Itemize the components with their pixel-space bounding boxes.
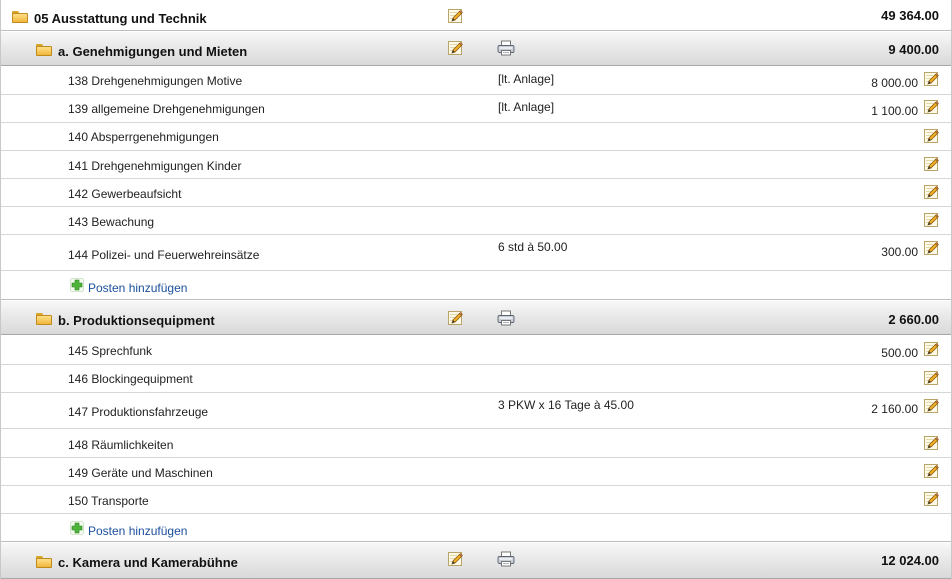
item-label: 146 Blockingequipment [68, 372, 193, 386]
item-label: 143 Bewachung [68, 215, 155, 229]
edit-icon[interactable] [923, 99, 939, 115]
budget-item-row[interactable]: 140 Absperrgenehmigungen [1, 123, 951, 151]
budget-item-row[interactable]: 138 Drehgenehmigungen Motive [lt. Anlage… [1, 67, 951, 95]
item-label: 141 Drehgenehmigungen Kinder [68, 159, 242, 173]
item-note: [lt. Anlage] [498, 72, 555, 86]
item-label: 147 Produktionsfahrzeuge [68, 405, 209, 419]
item-amount: 500.00 [881, 346, 918, 360]
item-amount: 2 160.00 [871, 402, 918, 416]
item-amount: 1 100.00 [871, 104, 918, 118]
item-label: 148 Räumlichkeiten [68, 438, 174, 452]
budget-item-row[interactable]: 149 Geräte und Maschinen [1, 458, 951, 486]
item-label: 138 Drehgenehmigungen Motive [68, 74, 243, 88]
group-title: 05 Ausstattung und Technik [34, 11, 207, 26]
section-row[interactable]: a. Genehmigungen und Mieten 9 400.00 [1, 32, 951, 66]
folder-closed-icon [36, 556, 52, 568]
edit-icon[interactable] [447, 310, 463, 326]
item-note: 6 std à 50.00 [498, 240, 568, 254]
section-title: a. Genehmigungen und Mieten [58, 44, 248, 59]
item-label: 144 Polizei- und Feuerwehreinsätze [68, 248, 260, 262]
printer-icon[interactable] [497, 40, 515, 56]
edit-icon[interactable] [923, 212, 939, 228]
group-total: 49 364.00 [881, 8, 939, 23]
budget-item-row[interactable]: 142 Gewerbeaufsicht [1, 179, 951, 207]
budget-group-row[interactable]: 05 Ausstattung und Technik 49 364.00 [1, 0, 951, 31]
edit-icon[interactable] [923, 128, 939, 144]
budget-item-row[interactable]: 139 allgemeine Drehgenehmigungen [lt. An… [1, 95, 951, 123]
budget-item-row[interactable]: 145 Sprechfunk 500.00 [1, 337, 951, 365]
edit-icon[interactable] [923, 398, 939, 414]
section-total: 2 660.00 [888, 312, 939, 327]
printer-icon[interactable] [497, 551, 515, 567]
edit-icon[interactable] [923, 435, 939, 451]
item-amount: 300.00 [881, 245, 918, 259]
add-item-row: Posten hinzufügen [1, 272, 951, 300]
budget-item-row[interactable]: 144 Polizei- und Feuerwehreinsätze 6 std… [1, 235, 951, 271]
item-label: 150 Transporte [68, 494, 149, 508]
edit-icon[interactable] [923, 491, 939, 507]
budget-item-row[interactable]: 147 Produktionsfahrzeuge 3 PKW x 16 Tage… [1, 393, 951, 429]
add-icon[interactable] [70, 521, 84, 535]
edit-icon[interactable] [923, 341, 939, 357]
edit-icon[interactable] [923, 71, 939, 87]
section-row[interactable]: b. Produktionsequipment 2 660.00 [1, 301, 951, 335]
add-item-row: Posten hinzufügen [1, 514, 951, 542]
edit-icon[interactable] [447, 8, 463, 24]
budget-item-row[interactable]: 150 Transporte [1, 486, 951, 514]
budget-tree: 05 Ausstattung und Technik 49 364.00 a. … [0, 0, 952, 579]
item-label: 142 Gewerbeaufsicht [68, 187, 182, 201]
folder-open-icon [36, 313, 52, 325]
section-title: c. Kamera und Kamerabühne [58, 555, 238, 570]
edit-icon[interactable] [923, 370, 939, 386]
folder-open-icon [36, 44, 52, 56]
edit-icon[interactable] [923, 240, 939, 256]
edit-icon[interactable] [923, 184, 939, 200]
edit-icon[interactable] [923, 463, 939, 479]
section-total: 12 024.00 [881, 553, 939, 568]
item-label: 139 allgemeine Drehgenehmigungen [68, 102, 265, 116]
section-row[interactable]: c. Kamera und Kamerabühne 12 024.00 [1, 543, 951, 579]
budget-item-row[interactable]: 146 Blockingequipment [1, 365, 951, 393]
item-amount: 8 000.00 [871, 76, 918, 90]
budget-item-row[interactable]: 141 Drehgenehmigungen Kinder [1, 151, 951, 179]
printer-icon[interactable] [497, 310, 515, 326]
budget-item-row[interactable]: 148 Räumlichkeiten [1, 430, 951, 458]
edit-icon[interactable] [923, 156, 939, 172]
add-item-link[interactable]: Posten hinzufügen [88, 524, 187, 538]
item-label: 149 Geräte und Maschinen [68, 466, 213, 480]
item-label: 145 Sprechfunk [68, 344, 153, 358]
section-title: b. Produktionsequipment [58, 313, 215, 328]
item-label: 140 Absperrgenehmigungen [68, 130, 219, 144]
item-note: [lt. Anlage] [498, 100, 555, 114]
item-note: 3 PKW x 16 Tage à 45.00 [498, 398, 634, 412]
add-icon[interactable] [70, 278, 84, 292]
budget-item-row[interactable]: 143 Bewachung [1, 207, 951, 235]
section-total: 9 400.00 [888, 42, 939, 57]
folder-open-icon [12, 11, 28, 23]
edit-icon[interactable] [447, 551, 463, 567]
edit-icon[interactable] [447, 40, 463, 56]
add-item-link[interactable]: Posten hinzufügen [88, 281, 187, 295]
